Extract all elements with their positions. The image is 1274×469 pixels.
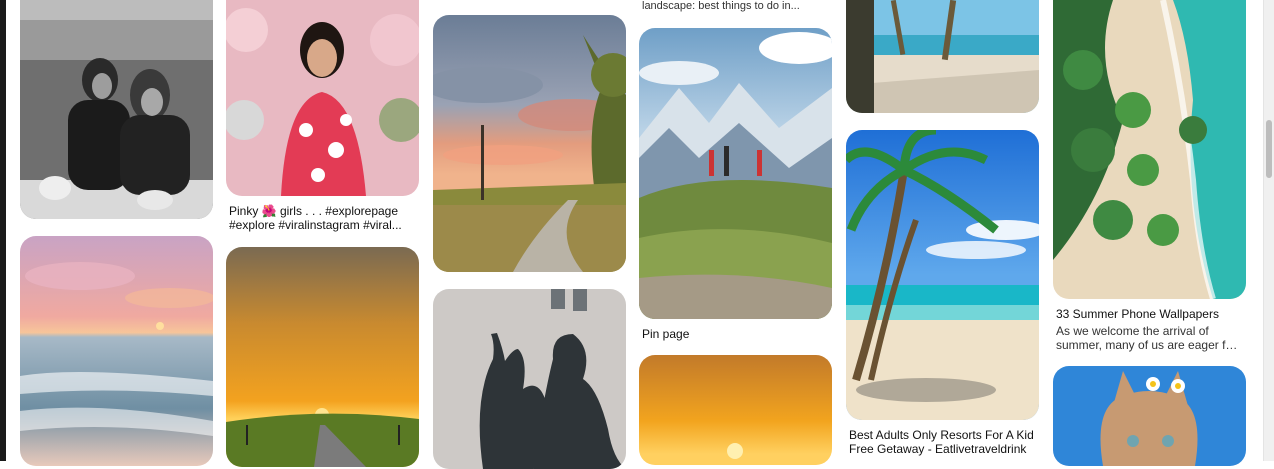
pin-title-cutoff: landscape: best things to do in... <box>642 0 800 12</box>
pin-image-palm-tropical[interactable] <box>846 130 1039 420</box>
pin-image-flower-cat[interactable] <box>1053 366 1246 466</box>
pin-card[interactable] <box>20 0 213 219</box>
pin-image-pinky-girl[interactable] <box>226 0 419 196</box>
pin-card[interactable]: Best Adults Only Resorts For A Kid Free … <box>846 130 1039 456</box>
pin-image-country-road[interactable] <box>433 15 626 272</box>
pin-image-aerial-beach[interactable] <box>1053 0 1246 299</box>
pin-image-couple[interactable] <box>20 0 213 219</box>
pin-image-pastel-sea[interactable] <box>20 236 213 466</box>
pin-image-orange-sunset[interactable] <box>639 355 832 465</box>
pin-title[interactable]: Pinky 🌺 girls . . . #explorepage #explor… <box>229 204 416 232</box>
pin-card[interactable] <box>1053 366 1246 466</box>
pin-image-sunset-highway[interactable] <box>226 247 419 467</box>
pin-card[interactable] <box>433 15 626 272</box>
pin-card[interactable] <box>846 0 1039 113</box>
pin-card[interactable]: Pinky 🌺 girls . . . #explorepage #explor… <box>226 0 419 232</box>
scrollbar-thumb[interactable] <box>1266 120 1272 178</box>
page-edge <box>0 0 6 461</box>
pin-title[interactable]: 33 Summer Phone Wallpapers <box>1056 307 1243 321</box>
pin-title[interactable]: Pin page <box>642 327 829 341</box>
pin-card[interactable] <box>226 247 419 467</box>
pin-image-mountain-hikers[interactable] <box>639 28 832 319</box>
pin-card[interactable]: 33 Summer Phone Wallpapers As we welcome… <box>1053 0 1246 352</box>
pin-card[interactable] <box>639 355 832 465</box>
pin-card[interactable] <box>433 289 626 469</box>
pin-image-beach-palms[interactable] <box>846 0 1039 113</box>
pin-card[interactable] <box>20 236 213 466</box>
pin-title[interactable]: Best Adults Only Resorts For A Kid Free … <box>849 428 1036 456</box>
pin-image-shadow-heart[interactable] <box>433 289 626 469</box>
page-scrollbar[interactable] <box>1263 0 1274 461</box>
pin-description: As we welcome the arrival of summer, man… <box>1056 324 1237 352</box>
pin-card[interactable]: Pin page <box>639 28 832 341</box>
